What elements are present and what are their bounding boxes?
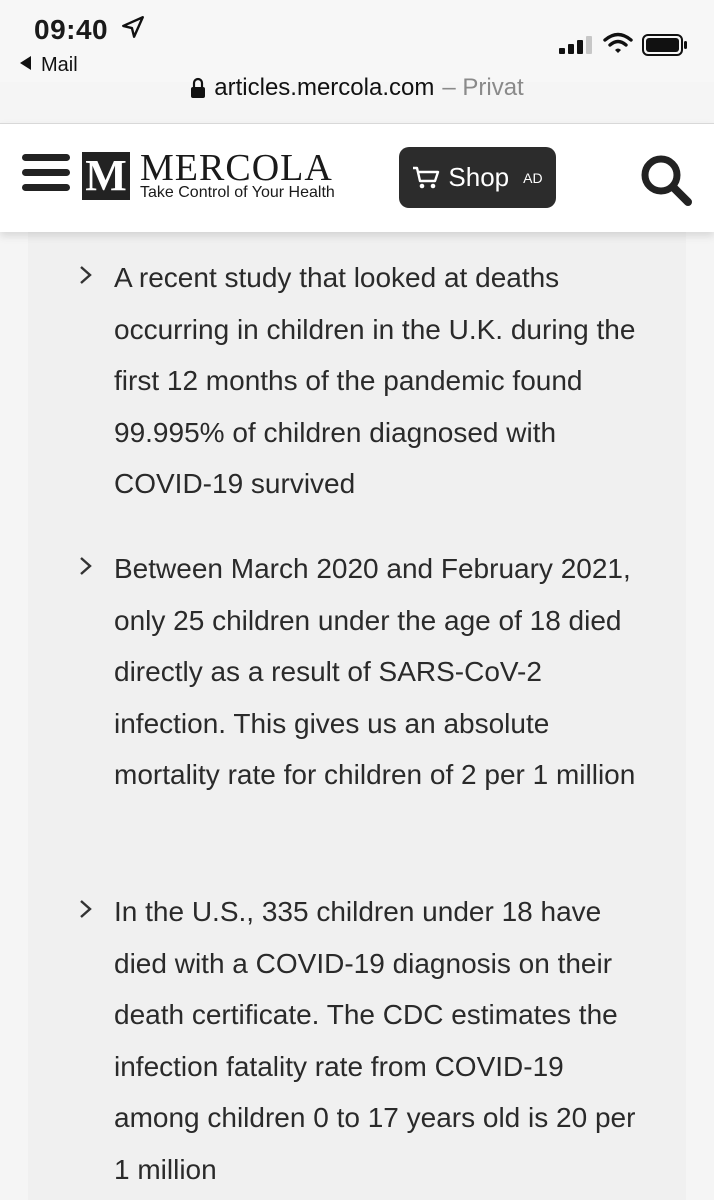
wifi-icon [603, 32, 633, 53]
address-bar[interactable]: articles.mercola.com – Privat [0, 68, 714, 114]
bullet-text: Between March 2020 and February 2021, on… [114, 553, 636, 790]
chevron-right-icon [80, 266, 92, 284]
article-summary-box: A recent study that looked at deaths occ… [28, 231, 686, 1200]
ad-badge: AD [523, 169, 543, 186]
list-item: In the U.S., 335 children under 18 have … [78, 886, 638, 1195]
chevron-right-icon [80, 557, 92, 575]
search-icon[interactable] [638, 152, 694, 208]
location-arrow-icon [122, 16, 144, 38]
hamburger-menu-icon[interactable] [22, 154, 70, 198]
shop-label: Shop [448, 162, 510, 192]
cellular-signal-icon [559, 36, 592, 54]
battery-icon [642, 34, 687, 56]
url-domain: articles.mercola.com [214, 74, 435, 101]
lock-icon [191, 77, 206, 98]
chevron-right-icon [80, 900, 92, 918]
logo-mark[interactable]: M [82, 152, 130, 200]
private-mode-label: – Privat [442, 74, 524, 101]
bullet-text: In the U.S., 335 children under 18 have … [114, 896, 636, 1185]
status-time: 09:40 [34, 14, 109, 45]
shopping-cart-icon [413, 166, 440, 188]
logo-tagline: Take Control of Your Health [140, 184, 335, 201]
shop-button[interactable]: Shop AD [399, 147, 556, 208]
list-item: Between March 2020 and February 2021, on… [78, 543, 638, 801]
site-header: M MERCOLA Take Control of Your Health Sh… [0, 123, 714, 232]
bullet-text: A recent study that looked at deaths occ… [114, 262, 636, 499]
list-item: A recent study that looked at deaths occ… [78, 252, 638, 510]
